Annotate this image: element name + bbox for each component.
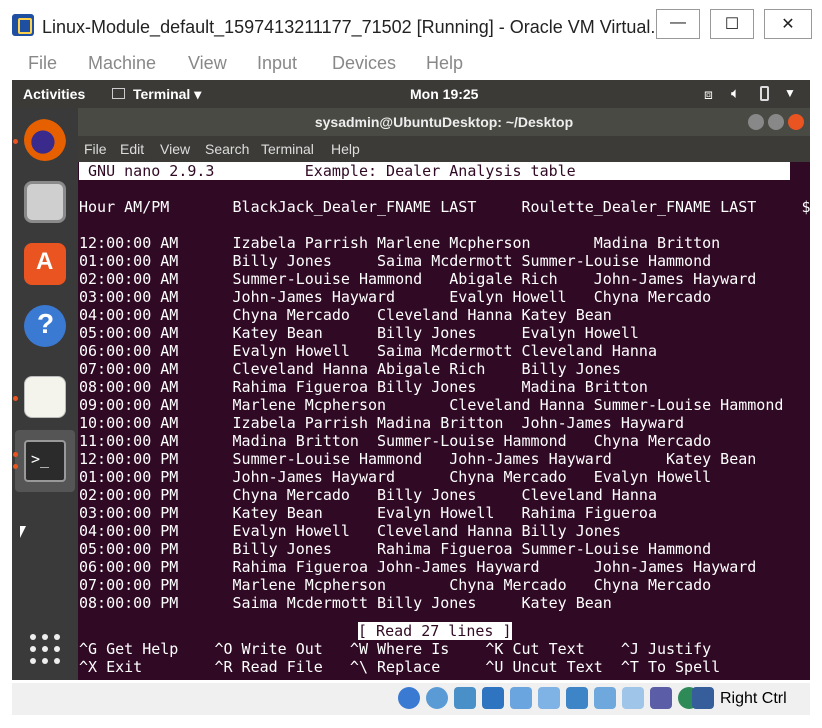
display-icon[interactable] xyxy=(566,687,588,709)
nano-line[interactable]: 02:00:00 AM Summer-Louise Hammond Abigal… xyxy=(79,270,756,288)
battery-icon[interactable] xyxy=(760,86,769,101)
virtualbox-icon xyxy=(12,14,34,36)
minimize-button[interactable]: — xyxy=(656,9,700,39)
terminal-menu-file[interactable]: File xyxy=(84,141,107,157)
nano-line[interactable]: 08:00:00 PM Saima Mcdermott Billy Jones … xyxy=(79,594,612,612)
nano-line[interactable]: 05:00:00 AM Katey Bean Billy Jones Evaly… xyxy=(79,324,639,342)
terminal-icon[interactable]: >_ xyxy=(24,440,66,482)
close-button[interactable]: ✕ xyxy=(764,9,812,39)
host-menubar: File Machine View Input Devices Help xyxy=(12,48,810,78)
volume-icon[interactable]: 🔈︎ xyxy=(731,85,740,102)
recording-icon[interactable] xyxy=(594,687,616,709)
terminal-small-icon xyxy=(112,88,125,99)
text-editor-icon[interactable] xyxy=(24,376,66,418)
optical-drive-icon[interactable] xyxy=(398,687,420,709)
nano-shortcuts-row-1: ^G Get Help ^O Write Out ^W Where Is ^K … xyxy=(79,640,712,658)
nano-line[interactable]: 03:00:00 PM Katey Bean Evalyn Howell Rah… xyxy=(79,504,657,522)
terminal-menu-search[interactable]: Search xyxy=(205,141,249,157)
network-icon[interactable]: ⧈ xyxy=(704,86,713,103)
firefox-icon[interactable] xyxy=(24,119,66,161)
nano-line[interactable]: 07:00:00 PM Marlene Mcpherson Chyna Merc… xyxy=(79,576,711,594)
nano-line[interactable]: 12:00:00 AM Izabela Parrish Marlene Mcph… xyxy=(79,234,720,252)
nano-line[interactable]: 01:00:00 AM Billy Jones Saima Mcdermott … xyxy=(79,252,711,270)
software-center-glyph: A xyxy=(36,248,54,275)
nano-line[interactable]: 04:00:00 PM Evalyn Howell Cleveland Hann… xyxy=(79,522,621,540)
guest-screen: Activities Terminal ▾ Mon 19:25 ⧈ 🔈︎ ▼ A… xyxy=(12,80,810,680)
terminal-glyph: >_ xyxy=(31,450,50,468)
host-titlebar: Linux-Module_default_1597413211177_71502… xyxy=(0,0,822,44)
host-statusbar: Right Ctrl xyxy=(12,683,810,715)
terminal-menu-view[interactable]: View xyxy=(160,141,190,157)
nano-line[interactable]: 06:00:00 AM Evalyn Howell Saima Mcdermot… xyxy=(79,342,657,360)
nano-line[interactable]: 12:00:00 PM Summer-Louise Hammond John-J… xyxy=(79,450,756,468)
mouse-cursor-icon xyxy=(20,526,26,538)
maximize-icon: ☐ xyxy=(724,16,740,33)
usb-icon[interactable] xyxy=(482,687,504,709)
files-icon[interactable] xyxy=(24,181,66,223)
nano-line[interactable]: 07:00:00 AM Cleveland Hanna Abigale Rich… xyxy=(79,360,621,378)
running-indicator xyxy=(13,396,18,401)
terminal-window: sysadmin@UbuntuDesktop: ~/Desktop File E… xyxy=(78,108,810,680)
menu-view[interactable]: View xyxy=(188,53,227,74)
nano-line[interactable]: 06:00:00 PM Rahima Figueroa John-James H… xyxy=(79,558,756,576)
running-indicator xyxy=(13,464,18,469)
shared-folder-edit-icon[interactable] xyxy=(510,687,532,709)
terminal-menu-help[interactable]: Help xyxy=(331,141,360,157)
nano-editor[interactable]: GNU nano 2.9.3 Example: Dealer Analysis … xyxy=(78,162,810,680)
chevron-down-icon[interactable]: ▼ xyxy=(784,86,796,100)
nano-line[interactable]: 02:00:00 PM Chyna Mercado Billy Jones Cl… xyxy=(79,486,657,504)
help-icon[interactable]: ? xyxy=(24,305,66,347)
shared-folders-icon[interactable] xyxy=(538,687,560,709)
network-adapter-icon[interactable] xyxy=(454,687,476,709)
menu-input[interactable]: Input xyxy=(257,53,297,74)
nano-line[interactable]: 08:00:00 AM Rahima Figueroa Billy Jones … xyxy=(79,378,648,396)
terminal-maximize-button[interactable] xyxy=(768,114,784,130)
nano-line[interactable]: 09:00:00 AM Marlene Mcpherson Cleveland … xyxy=(79,396,783,414)
nano-header: GNU nano 2.9.3 Example: Dealer Analysis … xyxy=(79,162,790,180)
menu-machine[interactable]: Machine xyxy=(88,53,156,74)
nano-line[interactable]: Hour AM/PM BlackJack_Dealer_FNAME LAST R… xyxy=(79,198,810,216)
terminal-menu-terminal[interactable]: Terminal xyxy=(261,141,314,157)
nano-line[interactable]: 11:00:00 AM Madina Britton Summer-Louise… xyxy=(79,432,711,450)
terminal-minimize-button[interactable] xyxy=(748,114,764,130)
nano-line[interactable]: 03:00:00 AM John-James Hayward Evalyn Ho… xyxy=(79,288,711,306)
maximize-button[interactable]: ☐ xyxy=(710,9,754,39)
terminal-headerbar: sysadmin@UbuntuDesktop: ~/Desktop xyxy=(78,108,810,136)
terminal-menubar: File Edit View Search Terminal Help xyxy=(78,136,810,162)
gnome-topbar: Activities Terminal ▾ Mon 19:25 ⧈ 🔈︎ ▼ xyxy=(12,80,810,108)
terminal-menu-edit[interactable]: Edit xyxy=(120,141,144,157)
cpu-icon[interactable] xyxy=(622,687,644,709)
nano-line[interactable]: 10:00:00 AM Izabela Parrish Madina Britt… xyxy=(79,414,684,432)
help-glyph: ? xyxy=(37,308,55,339)
running-indicator xyxy=(13,452,18,457)
close-icon: ✕ xyxy=(781,16,795,33)
host-key-label: Right Ctrl xyxy=(720,690,787,707)
nano-line[interactable]: 05:00:00 PM Billy Jones Rahima Figueroa … xyxy=(79,540,711,558)
audio-icon[interactable] xyxy=(426,687,448,709)
app-menu[interactable]: Terminal ▾ xyxy=(133,86,201,103)
show-applications-icon[interactable] xyxy=(24,628,66,670)
menu-devices[interactable]: Devices xyxy=(332,53,396,74)
clock[interactable]: Mon 19:25 xyxy=(410,86,478,102)
nano-line[interactable]: 01:00:00 PM John-James Hayward Chyna Mer… xyxy=(79,468,711,486)
grid-icon xyxy=(30,634,60,664)
software-center-icon[interactable]: A xyxy=(24,243,66,285)
activities-button[interactable]: Activities xyxy=(23,86,85,102)
running-indicator xyxy=(13,139,18,144)
menu-help[interactable]: Help xyxy=(426,53,463,74)
vt-x-icon[interactable] xyxy=(650,687,672,709)
terminal-title: sysadmin@UbuntuDesktop: ~/Desktop xyxy=(314,114,574,130)
nano-line[interactable]: 04:00:00 AM Chyna Mercado Cleveland Hann… xyxy=(79,306,612,324)
nano-status-message: [ Read 27 lines ] xyxy=(358,622,512,640)
window-title: Linux-Module_default_1597413211177_71502… xyxy=(42,17,666,37)
nano-shortcuts-row-2: ^X Exit ^R Read File ^\ Replace ^U Uncut… xyxy=(79,658,721,676)
host-key-arrow-icon[interactable] xyxy=(692,687,714,709)
menu-file[interactable]: File xyxy=(28,53,57,74)
terminal-close-button[interactable] xyxy=(788,114,804,130)
dock: A ? >_ xyxy=(12,108,78,680)
minimize-icon: — xyxy=(670,14,686,31)
